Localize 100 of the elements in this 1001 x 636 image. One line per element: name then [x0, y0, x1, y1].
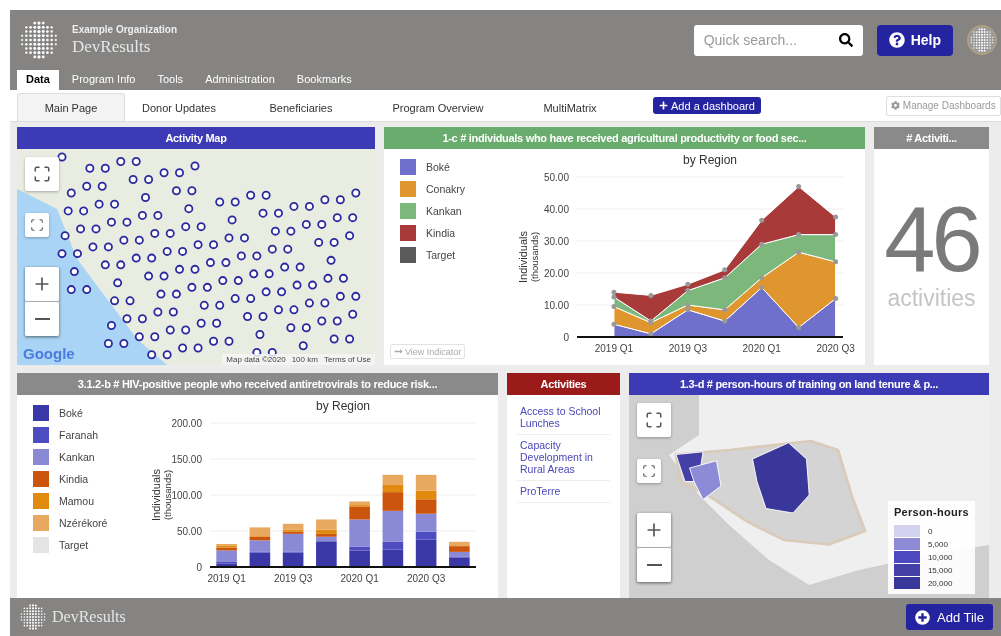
frame-icon	[642, 464, 656, 478]
arrow-icon	[394, 347, 403, 356]
app-name: DevResults	[52, 608, 127, 626]
data-point	[833, 232, 839, 238]
legend-label: Kankan	[426, 205, 462, 217]
tile-title: 1.3-d # person-hours of training on land tenure & p...	[629, 373, 989, 395]
count-value: 46	[884, 192, 979, 285]
avatar[interactable]	[967, 25, 997, 55]
zoom-in-button[interactable]	[637, 513, 671, 547]
data-point	[796, 184, 802, 190]
legend-label: Faranah	[59, 429, 99, 441]
y-tick-label: 50.00	[176, 525, 202, 537]
nav-tab[interactable]: Bookmarks	[287, 70, 361, 90]
nav-tab[interactable]: Administration	[196, 70, 284, 90]
data-point	[722, 318, 728, 324]
search-field[interactable]: Quick search...	[693, 24, 863, 56]
legend-label: Mamou	[59, 495, 94, 507]
legend-label: Target	[426, 249, 456, 261]
x-tick-label: 2019 Q1	[594, 343, 634, 354]
data-point	[611, 321, 617, 327]
legend-label: 15,000	[927, 565, 953, 575]
tile-title: 1-c # individuals who have received agricultural productivity or food sec...	[384, 127, 865, 149]
y-tick-label: 40.00	[543, 203, 569, 215]
fullscreen-icon	[33, 165, 51, 183]
globe-logo-icon	[20, 604, 46, 630]
legend-title: Person-hours	[893, 506, 969, 518]
legend-label: Conakry	[426, 183, 466, 195]
organization-name: Example Organization	[72, 23, 179, 35]
y-tick-label: 30.00	[543, 235, 569, 247]
zoom-out-button[interactable]	[637, 548, 671, 582]
y-tick-label: 10.00	[543, 299, 569, 311]
dashboard-tab[interactable]: Donor Updates	[125, 93, 233, 121]
dashboard-tab[interactable]: Beneficiaries	[233, 93, 369, 121]
y-tick-label: 200.00	[171, 417, 202, 429]
x-tick-label: 2020 Q1	[742, 343, 781, 354]
count-unit: activities	[887, 284, 976, 312]
data-point	[796, 232, 802, 238]
plus-icon	[659, 101, 668, 110]
legend-label: 10,000	[927, 552, 953, 562]
help-button[interactable]: Help	[876, 24, 953, 56]
nav-tab[interactable]: Tools	[148, 70, 193, 90]
add-tile-button[interactable]: Add Tile	[906, 604, 993, 630]
frame-icon	[30, 218, 44, 232]
y-tick-label: 100.00	[171, 489, 202, 501]
search-icon	[838, 32, 853, 47]
data-point	[833, 296, 839, 302]
data-point	[833, 214, 839, 220]
legend-label: 5,000	[927, 539, 948, 549]
x-tick-label: 2019 Q3	[668, 343, 707, 354]
data-point	[796, 249, 802, 255]
x-tick-label: 2019 Q1	[207, 573, 246, 584]
zoom-out-button[interactable]	[25, 302, 59, 336]
legend-label: Target	[59, 539, 89, 551]
zoom-in-button[interactable]	[25, 267, 59, 301]
tile-title: # Activiti...	[874, 127, 989, 149]
app-name: DevResults	[72, 36, 152, 57]
map-logo: Google	[23, 345, 75, 362]
fullscreen-button[interactable]	[25, 157, 59, 191]
data-point	[722, 307, 728, 313]
dashboard-tab[interactable]: Main Page	[17, 93, 125, 121]
y-tick-label: 0	[196, 561, 202, 573]
plus-icon	[915, 609, 930, 625]
data-point	[759, 217, 765, 223]
activity-link[interactable]: ProTerre	[517, 481, 610, 504]
fullscreen-icon	[645, 411, 663, 429]
data-point	[759, 284, 765, 290]
dashboard-tab[interactable]: Program Overview	[369, 93, 507, 121]
legend-label: Nzérékoré	[59, 517, 108, 529]
chart-title: by Region	[316, 399, 370, 413]
legend-label: Kindia	[59, 473, 89, 485]
data-point	[833, 259, 839, 265]
minus-icon	[646, 563, 662, 567]
dashboard-tab[interactable]: MultiMatrix	[507, 93, 633, 121]
nav-tab[interactable]: Data	[17, 70, 59, 90]
data-point	[722, 267, 728, 273]
data-point	[722, 275, 728, 281]
add-dashboard-button[interactable]: Add a dashboard	[653, 97, 761, 114]
chart-title: by Region	[683, 153, 737, 167]
data-point	[796, 324, 802, 330]
legend-label: Kindia	[426, 227, 456, 239]
legend-label: Boké	[59, 407, 83, 419]
attribution-text: Map data ©2020	[226, 355, 286, 364]
activity-link[interactable]: Capacity Development in Rural Areas	[517, 435, 610, 482]
nav-tab[interactable]: Program Info	[62, 70, 145, 90]
x-tick-label: 2020 Q3	[816, 343, 855, 354]
tile-title: Activities	[507, 373, 620, 395]
legend-label: 20,000	[927, 578, 953, 588]
tile-title: 3.1.2-b # HIV-positive people who received antiretrovirals to reduce risk...	[17, 373, 498, 395]
y-tick-label: 20.00	[543, 267, 569, 279]
legend-label: Boké	[426, 161, 450, 173]
tile-title: Activity Map	[17, 127, 375, 149]
map-type-button[interactable]	[637, 459, 661, 483]
activity-link[interactable]: Access to School Lunches	[517, 401, 610, 436]
y-tick-label: 150.00	[171, 453, 202, 465]
x-tick-label: 2019 Q3	[273, 573, 313, 584]
data-point	[759, 241, 765, 247]
map-type-button[interactable]	[25, 213, 49, 237]
fullscreen-button[interactable]	[637, 403, 671, 437]
attribution-text: Terms of Use	[323, 355, 371, 364]
question-icon	[888, 32, 905, 48]
